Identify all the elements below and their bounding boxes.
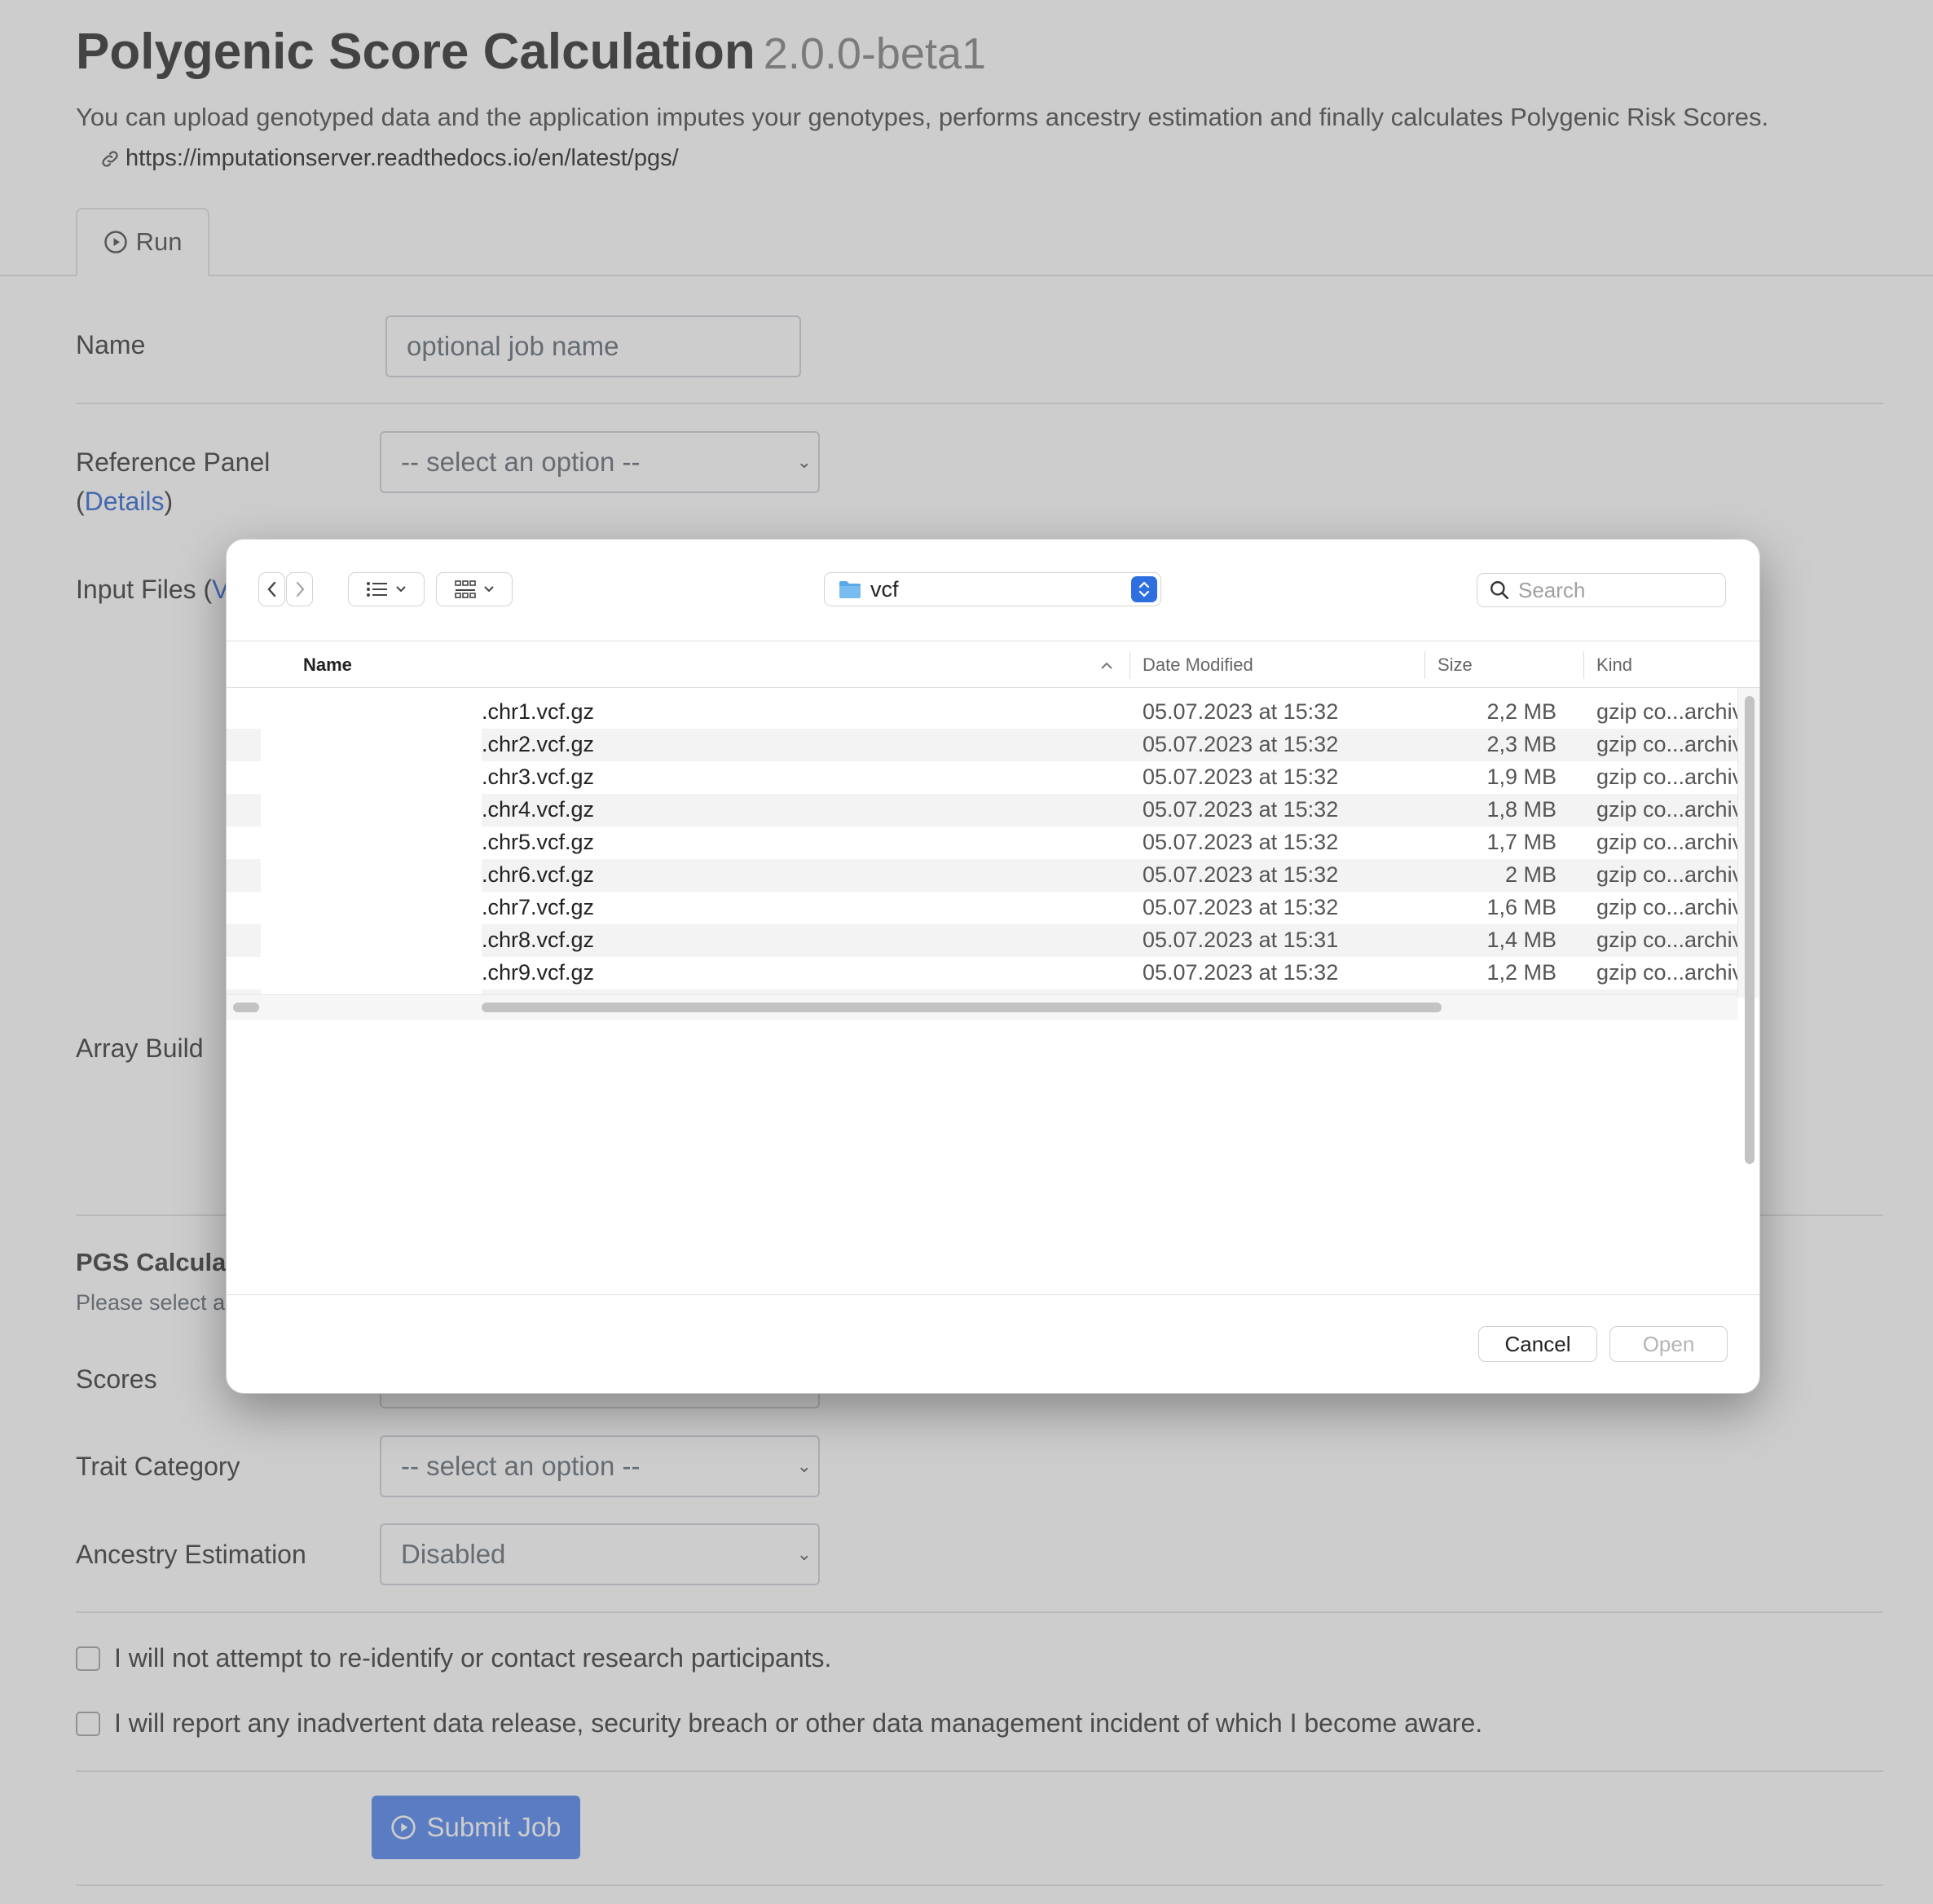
- file-kind: gzip co...archive: [1596, 960, 1737, 985]
- file-kind: gzip co...archive: [1596, 765, 1737, 789]
- folder-path-popup[interactable]: vcf: [824, 572, 1161, 606]
- forward-button[interactable]: [286, 572, 313, 606]
- file-kind: gzip co...archive: [1596, 830, 1737, 854]
- file-kind: gzip co...archive: [1596, 862, 1737, 887]
- horizontal-scrollbar[interactable]: [227, 994, 1737, 1020]
- file-name: .chr1.vcf.gz: [482, 699, 595, 724]
- file-date-modified: 05.07.2023 at 15:32: [1143, 830, 1339, 854]
- file-date-modified: 05.07.2023 at 15:32: [1143, 699, 1339, 724]
- file-size: 1,6 MB: [1486, 895, 1557, 919]
- file-name: .chr5.vcf.gz: [482, 830, 595, 854]
- file-kind: gzip co...archive: [1596, 732, 1737, 756]
- name-column-gap: [261, 688, 482, 1009]
- folder-name: vcf: [870, 576, 899, 602]
- file-size: 2,2 MB: [1486, 699, 1557, 724]
- file-date-modified: 05.07.2023 at 15:32: [1143, 862, 1339, 887]
- chevron-down-icon: [484, 586, 494, 593]
- column-separator: [1583, 651, 1584, 679]
- sort-ascending-icon: [1099, 641, 1114, 689]
- open-button[interactable]: Open: [1609, 1326, 1728, 1362]
- column-kind[interactable]: Kind: [1596, 641, 1632, 689]
- dialog-footer-divider: [227, 1294, 1759, 1295]
- vertical-scrollbar[interactable]: [1737, 688, 1759, 1164]
- file-size: 1,7 MB: [1486, 830, 1557, 854]
- file-date-modified: 05.07.2023 at 15:32: [1143, 895, 1339, 919]
- chevron-down-icon: [396, 586, 406, 593]
- chevron-right-icon: [296, 581, 305, 597]
- file-kind: gzip co...archive: [1596, 699, 1737, 724]
- file-size: 1,2 MB: [1486, 960, 1557, 985]
- updown-chevron-icon: [1131, 576, 1157, 602]
- file-size: 1,8 MB: [1486, 797, 1557, 822]
- file-date-modified: 05.07.2023 at 15:32: [1143, 765, 1339, 789]
- file-date-modified: 05.07.2023 at 15:32: [1143, 732, 1339, 756]
- grid-icon: [455, 580, 476, 598]
- folder-icon: [839, 581, 861, 598]
- chevron-left-icon: [266, 581, 275, 597]
- file-name: .chr7.vcf.gz: [482, 895, 595, 919]
- file-name: .chr3.vcf.gz: [482, 765, 595, 789]
- column-separator: [1424, 651, 1425, 679]
- list-icon: [367, 582, 387, 597]
- horizontal-scroll-thumb[interactable]: [482, 1003, 1442, 1012]
- column-size[interactable]: Size: [1438, 641, 1473, 689]
- list-view-button[interactable]: [348, 572, 425, 606]
- file-name: .chr9.vcf.gz: [482, 960, 595, 985]
- group-view-button[interactable]: [436, 572, 513, 606]
- column-name[interactable]: Name: [303, 641, 352, 689]
- column-date-modified[interactable]: Date Modified: [1143, 641, 1253, 689]
- vertical-scroll-thumb[interactable]: [1745, 696, 1755, 1164]
- file-kind: gzip co...archive: [1596, 797, 1737, 822]
- file-open-dialog: vcf Search Name Date Modified Size Kind …: [226, 539, 1760, 1394]
- file-size: 1,9 MB: [1486, 765, 1557, 789]
- file-kind: gzip co...archive: [1596, 895, 1737, 919]
- file-date-modified: 05.07.2023 at 15:32: [1143, 797, 1339, 822]
- file-list-header: Name Date Modified Size Kind: [227, 641, 1759, 689]
- search-field[interactable]: Search: [1477, 573, 1726, 607]
- file-date-modified: 05.07.2023 at 15:32: [1143, 960, 1339, 985]
- search-placeholder: Search: [1518, 577, 1586, 602]
- cancel-button[interactable]: Cancel: [1478, 1326, 1597, 1362]
- file-kind: gzip co...archive: [1596, 928, 1737, 952]
- file-name: .chr8.vcf.gz: [482, 928, 595, 952]
- back-button[interactable]: [258, 572, 285, 606]
- horizontal-scroll-thumb-left[interactable]: [233, 1003, 259, 1012]
- file-name: .chr4.vcf.gz: [482, 797, 595, 822]
- file-size: 1,4 MB: [1486, 928, 1557, 952]
- file-name: .chr2.vcf.gz: [482, 732, 595, 756]
- search-icon: [1490, 581, 1509, 600]
- column-separator: [1129, 651, 1130, 679]
- file-date-modified: 05.07.2023 at 15:31: [1143, 928, 1339, 952]
- file-name: .chr6.vcf.gz: [482, 862, 595, 887]
- file-size: 2 MB: [1504, 862, 1557, 887]
- file-size: 2,3 MB: [1486, 732, 1557, 756]
